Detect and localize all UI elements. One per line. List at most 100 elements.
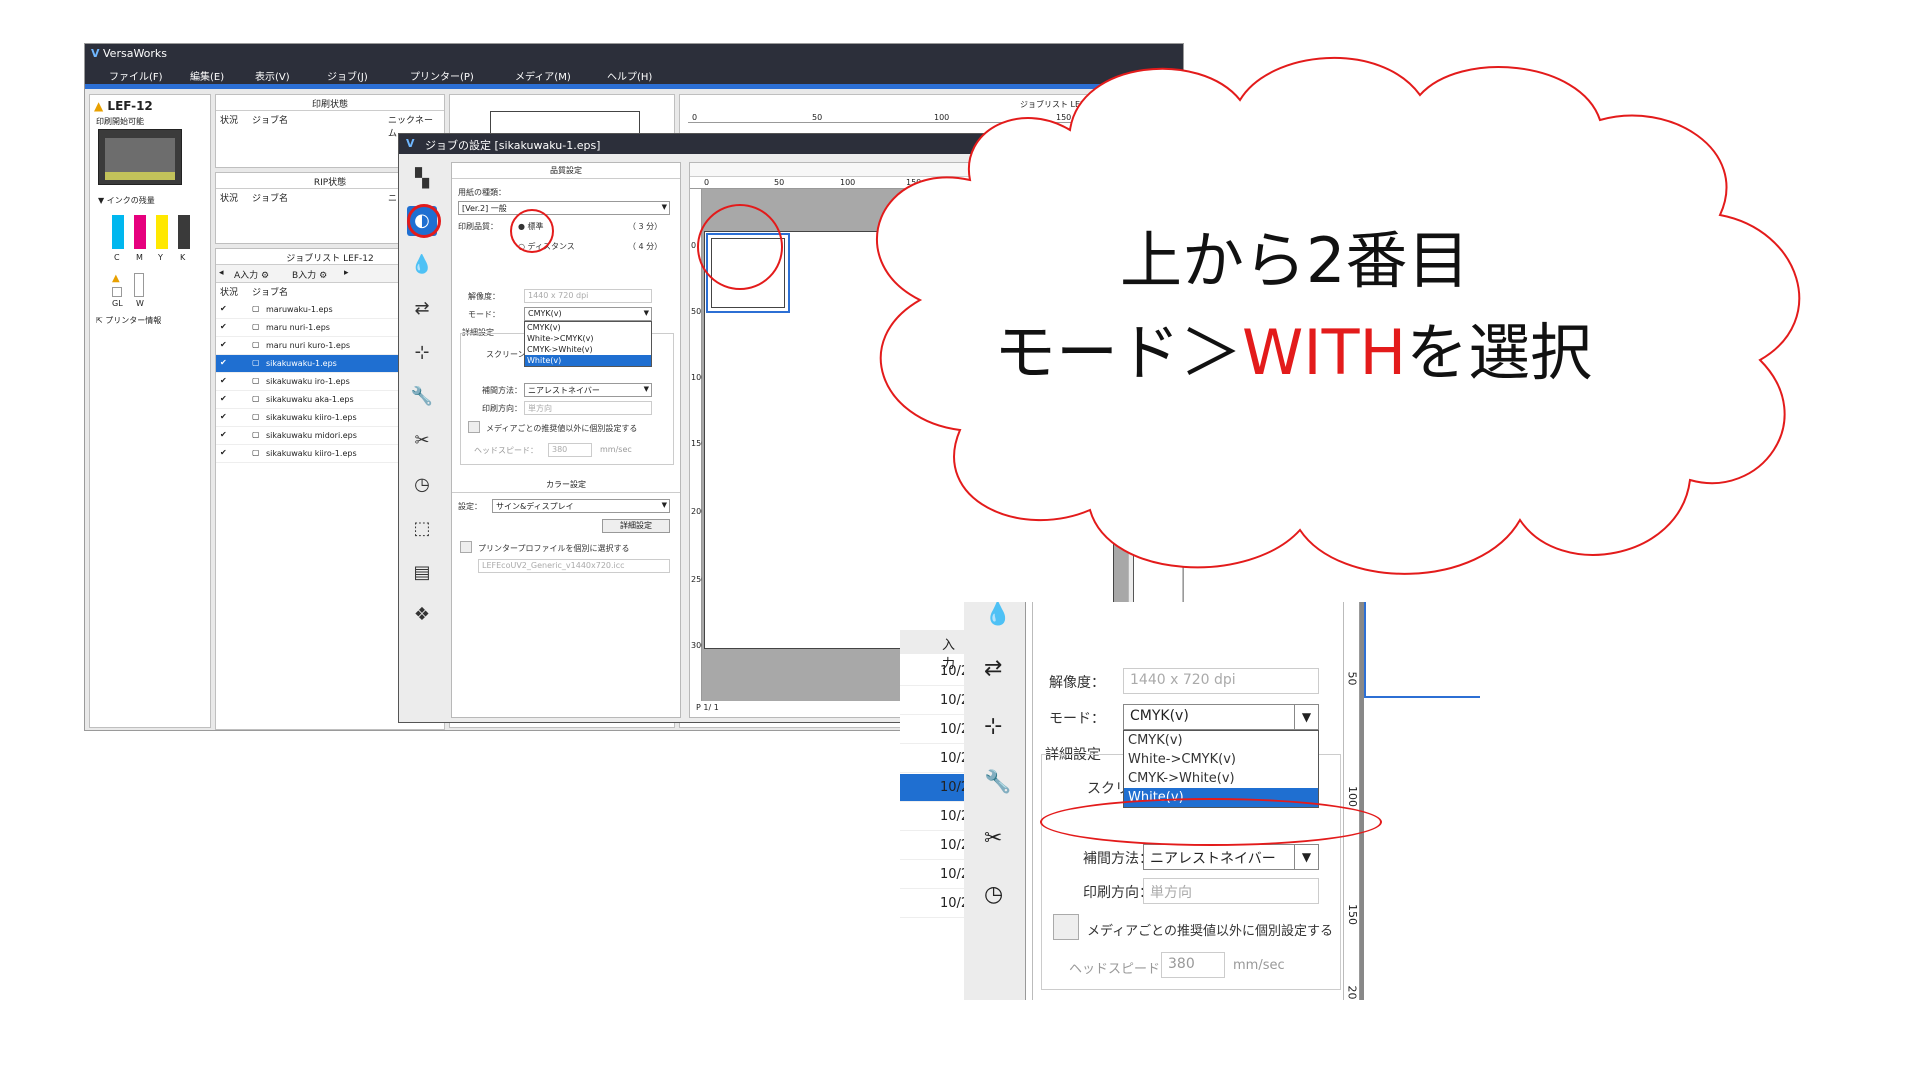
printer-name-row[interactable]: ▲ LEF-12 — [94, 99, 153, 113]
menu-view[interactable]: 表示(V) — [255, 68, 290, 83]
zoom-media-checkbox[interactable] — [1053, 914, 1079, 940]
menu-edit[interactable]: 編集(E) — [190, 68, 224, 83]
chevron-down-icon: ▼ — [1294, 845, 1318, 869]
status-check-icon: ✔ — [220, 322, 227, 331]
menu-help[interactable]: ヘルプ(H) — [607, 68, 652, 83]
zoom-mode-label: モード： — [1049, 711, 1105, 727]
mode-value: CMYK(v) — [528, 309, 562, 318]
ink-bar-y — [156, 215, 168, 249]
printer-info-link[interactable]: ⇱ プリンター情報 — [96, 315, 161, 326]
list-item[interactable]: 10/2 — [900, 687, 969, 715]
mode-option[interactable]: White->CMYK(v) — [525, 333, 651, 344]
resolution-label: 解像度： — [468, 292, 500, 301]
paper-value: [Ver.2] 一般 — [462, 204, 507, 213]
ink-bar-m — [134, 215, 146, 249]
list-item[interactable]: 10/2 — [900, 658, 969, 686]
col-jobname: ジョブ名 — [252, 288, 289, 298]
mode-option-selected[interactable]: White(v) — [525, 355, 651, 366]
ruler-tick: 20 — [1345, 985, 1359, 1000]
crop-marks-icon[interactable]: ⊹ — [984, 714, 1002, 739]
job-name: sikakuwaku kiiro-1.eps — [266, 413, 357, 422]
mode-option[interactable]: CMYK(v) — [525, 322, 651, 333]
menu-printer[interactable]: プリンター(P) — [410, 68, 474, 83]
zoom-mode-option[interactable]: CMYK(v) — [1124, 731, 1318, 750]
mode-select[interactable]: CMYK(v) ▼ — [524, 307, 652, 321]
ink-level-label[interactable]: ▼ インクの残量 — [98, 195, 155, 206]
text-replace-icon[interactable]: ▤ — [407, 558, 437, 588]
zoom-mode-option[interactable]: CMYK->White(v) — [1124, 769, 1318, 788]
profile-checkbox[interactable] — [460, 541, 472, 553]
status-check-icon: ✔ — [220, 304, 227, 313]
annotation-text-with: WITH — [1242, 316, 1407, 389]
wrench-icon[interactable]: 🔧 — [407, 382, 437, 412]
print-status-title: 印刷状態 — [216, 95, 444, 111]
paper-label: 用紙の種類： — [458, 188, 506, 197]
list-item[interactable]: 10/2 — [900, 861, 969, 889]
quality-section-title: 品質設定 — [452, 163, 680, 179]
zoom-mode-select[interactable]: CMYK(v) ▼ — [1123, 704, 1319, 730]
list-item[interactable]: 10/2 — [900, 745, 969, 773]
annotation-line2: モード＞WITHを選択 — [994, 302, 1592, 392]
color-replace-icon[interactable]: ⇄ — [407, 294, 437, 324]
swatch-fan-icon[interactable]: ❖ — [407, 600, 437, 630]
job-name: sikakuwaku midori.eps — [266, 431, 357, 440]
zoom-head-speed-label: ヘッドスピード： — [1069, 962, 1174, 977]
job-name: maruwaku-1.eps — [266, 305, 333, 314]
color-replace-icon[interactable]: ⇄ — [984, 656, 1002, 681]
setting-select[interactable]: サイン&ディスプレイ ▼ — [492, 499, 670, 513]
queue-prev-icon[interactable]: ◂ — [219, 268, 224, 278]
chevron-down-icon: ▼ — [1294, 705, 1318, 729]
zoom-interp-select[interactable]: ニアレストネイバー ▼ — [1143, 844, 1319, 870]
ink-label-y: Y — [158, 253, 163, 262]
marquee-icon[interactable]: ⬚ — [407, 514, 437, 544]
crop-marks-icon[interactable]: ⊹ — [407, 338, 437, 368]
gear-icon: ⚙ — [319, 271, 328, 281]
zoom-head-speed-unit: mm/sec — [1233, 958, 1285, 973]
mode-dropdown: CMYK(v) White->CMYK(v) CMYK->White(v) Wh… — [524, 321, 652, 367]
warning-icon: ▲ — [94, 99, 104, 113]
list-item[interactable]: 10/2 — [900, 832, 969, 860]
ruler-tick: 0 — [704, 178, 710, 187]
file-icon: ▢ — [252, 376, 260, 385]
wrench-icon[interactable]: 🔧 — [984, 770, 1011, 795]
ink-label-c: C — [114, 253, 120, 262]
scissors-icon[interactable]: ✂ — [407, 426, 437, 456]
queue-tab-b[interactable]: B入力 ⚙ — [292, 268, 327, 281]
status-check-icon: ✔ — [220, 448, 227, 457]
setting-value: サイン&ディスプレイ — [496, 502, 574, 511]
queue-tab-a[interactable]: A入力 ⚙ — [234, 268, 269, 281]
zoom-direction-value: 単方向 — [1150, 885, 1192, 901]
menu-job[interactable]: ジョブ(J) — [327, 68, 368, 83]
chevron-down-icon: ▼ — [643, 309, 649, 317]
annotation-line1: 上から2番目 — [1120, 224, 1470, 297]
interp-select[interactable]: ニアレストネイバー ▼ — [524, 383, 652, 397]
app-logo-icon: V — [91, 47, 100, 60]
color-detail-button[interactable]: 詳細設定 — [602, 519, 670, 533]
list-item[interactable]: 10/2 — [900, 803, 969, 831]
clock-icon[interactable]: ◷ — [984, 882, 1003, 907]
menu-file[interactable]: ファイル(F) — [109, 68, 163, 83]
media-checkbox[interactable] — [468, 421, 480, 433]
scissors-icon[interactable]: ✂ — [984, 826, 1002, 851]
list-item[interactable]: 10/2 — [900, 716, 969, 744]
status-check-icon: ✔ — [220, 376, 227, 385]
zoom-mode-option[interactable]: White->CMYK(v) — [1124, 750, 1318, 769]
menu-media[interactable]: メディア(M) — [515, 68, 571, 83]
paper-select[interactable]: [Ver.2] 一般 ▼ — [458, 201, 670, 215]
zoom-list: 入力 10/2 10/2 10/2 10/2 10/2 10/2 10/2 10/2 10/2 — [900, 602, 969, 1000]
status-check-icon: ✔ — [220, 394, 227, 403]
zoom-interp-value: ニアレストネイバー — [1150, 851, 1276, 867]
ruler-tick: 50 — [774, 178, 785, 187]
zoomed-inset: 入力 10/2 10/2 10/2 10/2 10/2 10/2 10/2 10/2 10/2 … — [900, 602, 1580, 1000]
ink-bar-gl — [112, 287, 122, 297]
job-name: sikakuwaku-1.eps — [266, 359, 337, 368]
layout-icon[interactable]: ▚ — [407, 164, 437, 194]
ink-drops-icon[interactable]: 💧 — [407, 250, 437, 280]
ink-drops-icon[interactable]: 💧 — [984, 602, 1011, 627]
clock-icon[interactable]: ◷ — [407, 470, 437, 500]
queue-next-icon[interactable]: ▸ — [344, 268, 349, 278]
mode-option[interactable]: CMYK->White(v) — [525, 344, 651, 355]
list-item[interactable]: 10/2 — [900, 774, 969, 802]
external-link-icon: ⇱ — [96, 316, 103, 325]
list-item[interactable]: 10/2 — [900, 890, 969, 918]
